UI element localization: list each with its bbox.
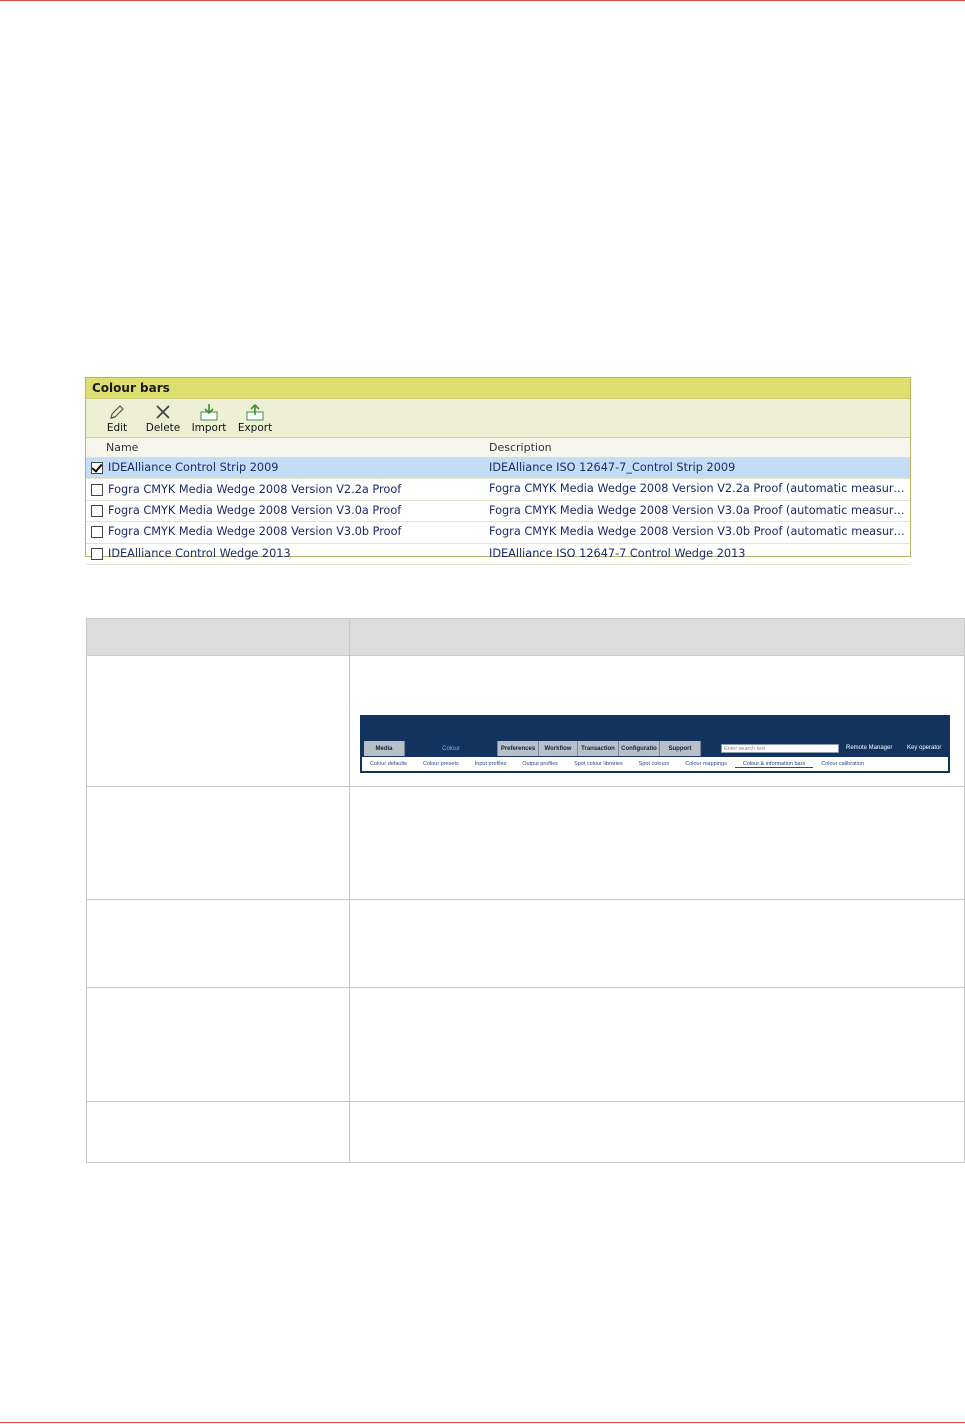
row-checkbox[interactable] bbox=[91, 504, 103, 517]
name-cell: IDEAlliance Control Wedge 2013 bbox=[86, 544, 489, 564]
table-row bbox=[86, 987, 965, 1102]
export-button[interactable]: Export bbox=[232, 403, 278, 437]
subtab-item[interactable]: Colour calibration bbox=[813, 761, 872, 767]
table-cell bbox=[86, 1101, 350, 1163]
table-cell bbox=[349, 987, 965, 1102]
table-header-cell bbox=[86, 618, 350, 656]
tab-media[interactable]: Media bbox=[364, 741, 405, 756]
navigation-screenshot: Media Colour Preferences Workflow Transactio… bbox=[360, 715, 950, 773]
row-checkbox[interactable] bbox=[91, 483, 103, 496]
edit-label: Edit bbox=[106, 422, 128, 434]
table-header-cell bbox=[349, 618, 965, 656]
info-table bbox=[86, 618, 965, 1163]
table-cell bbox=[86, 655, 350, 787]
tab-transaction[interactable]: Transaction bbox=[578, 741, 619, 756]
x-icon bbox=[156, 405, 170, 419]
list-item[interactable]: IDEAlliance Control Wedge 2013 IDEAllianc… bbox=[86, 544, 910, 565]
list-item[interactable]: Fogra CMYK Media Wedge 2008 Version V2.2… bbox=[86, 479, 910, 501]
row-checkbox[interactable] bbox=[91, 462, 103, 475]
column-header: Name Description bbox=[86, 438, 910, 458]
list-item[interactable]: Fogra CMYK Media Wedge 2008 Version V3.0… bbox=[86, 522, 910, 544]
pencil-icon bbox=[110, 405, 124, 419]
import-label: Import bbox=[191, 422, 227, 434]
row-description: IDEAlliance ISO 12647-7 Control Wedge 20… bbox=[489, 546, 746, 560]
export-icon bbox=[246, 403, 264, 421]
delete-button[interactable]: Delete bbox=[140, 403, 186, 437]
table-header-row bbox=[86, 618, 965, 656]
table-row bbox=[86, 1101, 965, 1163]
row-checkbox[interactable] bbox=[91, 547, 103, 560]
subtab-item[interactable]: Spot colours bbox=[631, 761, 678, 767]
name-cell: Fogra CMYK Media Wedge 2008 Version V2.2… bbox=[86, 479, 489, 499]
list-item[interactable]: Fogra CMYK Media Wedge 2008 Version V3.0… bbox=[86, 501, 910, 523]
row-name: IDEAlliance Control Wedge 2013 bbox=[108, 546, 291, 560]
tab-configuratio[interactable]: Configuratio bbox=[619, 741, 660, 756]
row-description: Fogra CMYK Media Wedge 2008 Version V2.2… bbox=[489, 482, 910, 496]
row-name: Fogra CMYK Media Wedge 2008 Version V2.2… bbox=[108, 482, 402, 496]
subtab-item[interactable]: Colour presets bbox=[415, 761, 467, 767]
subtab-item[interactable]: Input profiles bbox=[467, 761, 515, 767]
delete-label: Delete bbox=[145, 422, 181, 434]
bottom-rule bbox=[0, 1422, 965, 1423]
row-description: IDEAlliance ISO 12647-7_Control Strip 20… bbox=[489, 461, 736, 474]
remote-manager-link[interactable]: Remote Manager bbox=[846, 745, 892, 751]
table-row bbox=[86, 786, 965, 900]
subtab-item[interactable]: Colour defaults bbox=[362, 761, 415, 767]
table-cell bbox=[349, 1101, 965, 1163]
row-description: Fogra CMYK Media Wedge 2008 Version V3.0… bbox=[489, 525, 910, 539]
key-operator-link[interactable]: Key operator bbox=[907, 745, 941, 751]
edit-button[interactable]: Edit bbox=[94, 403, 140, 437]
row-name: Fogra CMYK Media Wedge 2008 Version V3.0… bbox=[108, 525, 402, 539]
table-cell bbox=[349, 899, 965, 988]
top-rule bbox=[0, 0, 965, 1]
table-cell bbox=[86, 899, 350, 988]
list-item[interactable]: IDEAlliance Control Strip 2009 IDEAllianc… bbox=[86, 458, 910, 480]
toolbar: Edit Delete Import Export bbox=[86, 399, 910, 438]
subtab-item[interactable]: Spot colour libraries bbox=[566, 761, 631, 767]
table-cell bbox=[86, 786, 350, 900]
table-row bbox=[86, 899, 965, 988]
subtab-item[interactable]: Colour & information bars bbox=[734, 761, 814, 768]
table-cell bbox=[349, 786, 965, 900]
import-icon bbox=[200, 404, 218, 421]
tab-workflow[interactable]: Workflow bbox=[539, 741, 578, 756]
tab-support[interactable]: Support bbox=[660, 741, 701, 756]
name-cell: Fogra CMYK Media Wedge 2008 Version V3.0… bbox=[86, 522, 489, 542]
subtab-item[interactable]: Colour mappings bbox=[677, 761, 735, 767]
description-column-header[interactable]: Description bbox=[489, 438, 910, 457]
search-input[interactable]: Enter search text bbox=[721, 744, 839, 753]
sub-tab-bar: Colour defaults Colour presets Input profi… bbox=[362, 757, 948, 771]
export-label: Export bbox=[237, 422, 273, 434]
import-button[interactable]: Import bbox=[186, 403, 232, 437]
row-checkbox[interactable] bbox=[91, 526, 103, 539]
tab-colour[interactable]: Colour bbox=[405, 741, 498, 756]
row-name: Fogra CMYK Media Wedge 2008 Version V3.0… bbox=[108, 503, 402, 517]
name-column-header[interactable]: Name bbox=[86, 438, 489, 457]
tab-preferences[interactable]: Preferences bbox=[498, 741, 539, 756]
table-cell bbox=[86, 987, 350, 1102]
row-description: Fogra CMYK Media Wedge 2008 Version V3.0… bbox=[489, 503, 910, 517]
colour-bars-panel: Colour bars Edit Delete Import Export Na… bbox=[85, 377, 911, 565]
name-cell: IDEAlliance Control Strip 2009 bbox=[86, 458, 489, 478]
name-cell: Fogra CMYK Media Wedge 2008 Version V3.0… bbox=[86, 501, 489, 521]
panel-title: Colour bars bbox=[86, 378, 910, 399]
row-name: IDEAlliance Control Strip 2009 bbox=[108, 461, 279, 475]
subtab-item[interactable]: Output profiles bbox=[514, 761, 566, 767]
